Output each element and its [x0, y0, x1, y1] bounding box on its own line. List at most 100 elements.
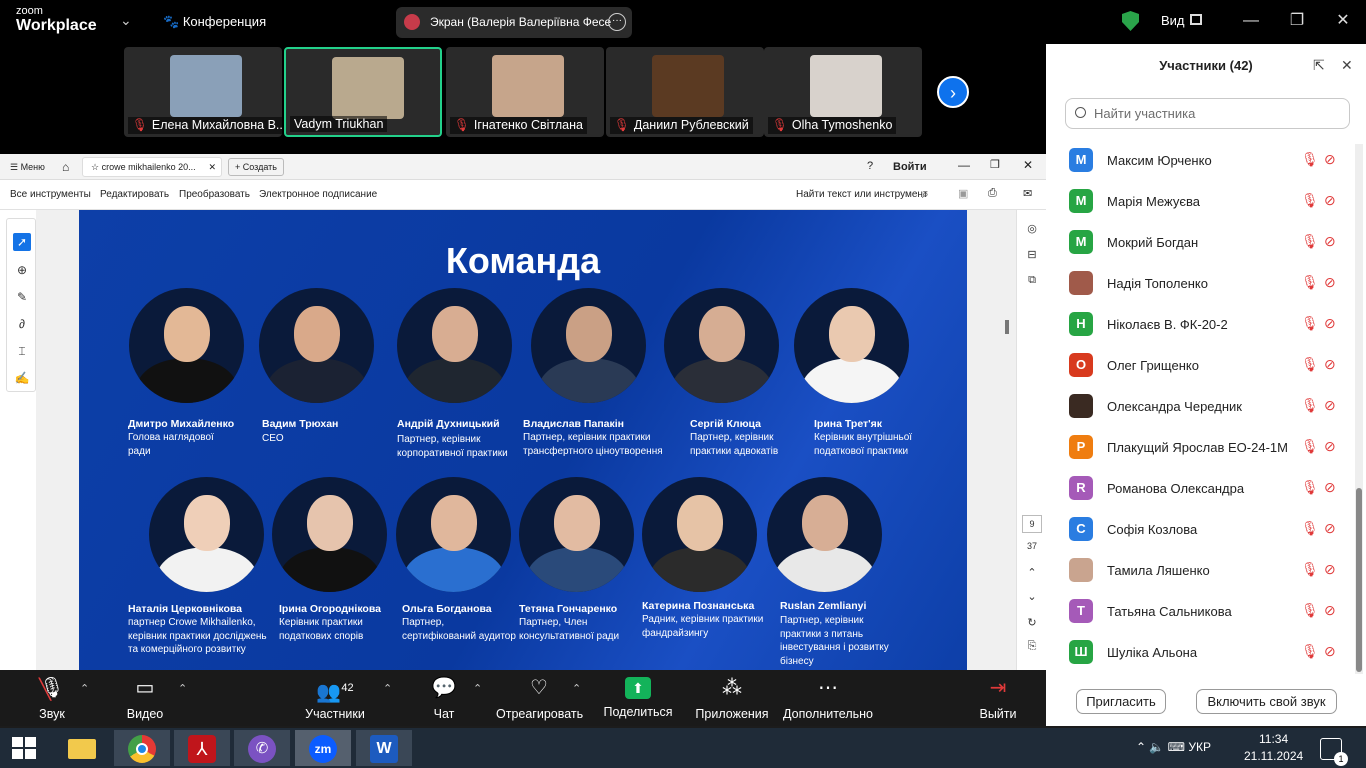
tab-close-icon[interactable]: ✕	[208, 162, 216, 173]
grid-view-icon[interactable]	[1190, 14, 1202, 25]
invite-button[interactable]: Пригласить	[1076, 689, 1166, 714]
maximize-icon[interactable]: ❐	[1282, 8, 1312, 34]
menu-button[interactable]: ☰ Меню	[10, 162, 45, 173]
thumbnail-name: Vadym Triukhan	[290, 116, 388, 132]
more-button[interactable]: ⋯ Дополнительно	[782, 675, 874, 721]
file-explorer-icon[interactable]	[54, 730, 110, 766]
scrollbar-thumb[interactable]	[1356, 488, 1362, 672]
copy-icon[interactable]: ⧉	[1024, 274, 1040, 290]
zoom-workplace-logo[interactable]: zoom Workplace	[16, 6, 97, 35]
chat-caret-icon[interactable]: ⌃	[473, 682, 482, 695]
chrome-icon[interactable]	[114, 730, 170, 766]
participant-thumbnail[interactable]: 🎙 Olha Tymoshenko	[764, 47, 922, 137]
participant-row[interactable]: Надія Тополенко 🎙 ⊘	[1046, 263, 1354, 304]
convert-tab[interactable]: Преобразовать	[179, 189, 250, 200]
save-icon[interactable]: ▣	[958, 187, 968, 200]
system-tray[interactable]: ⌃ 🔈 ⌨ УКР	[1136, 740, 1211, 754]
document-tab[interactable]: ☆ crowe mikhailenko 20... ✕	[82, 157, 222, 177]
participant-row[interactable]: M Мокрий Богдан 🎙 ⊘	[1046, 222, 1354, 263]
highlight-pen-icon[interactable]: ✎	[13, 288, 31, 306]
participant-row[interactable]: R Романова Олександра 🎙 ⊘	[1046, 468, 1354, 509]
participants-caret-icon[interactable]: ⌃	[383, 682, 392, 695]
participant-thumbnail[interactable]: 🎙 Ігнатенко Світлана	[446, 47, 604, 137]
signin-button[interactable]: Войти	[893, 161, 927, 173]
viber-icon[interactable]: ✆	[234, 730, 290, 766]
react-button[interactable]: ♡ Отреагировать	[496, 675, 583, 721]
participant-row[interactable]: M Максим Юрченко 🎙 ⊘	[1046, 140, 1354, 181]
participant-row[interactable]: M Марія Межуєва 🎙 ⊘	[1046, 181, 1354, 222]
tray-chevron-icon[interactable]: ⌃	[1136, 740, 1149, 754]
unmute-myself-button[interactable]: Включить свой звук	[1196, 689, 1337, 714]
sign-icon[interactable]: ✍	[13, 369, 31, 387]
text-box-icon[interactable]: ⌶	[13, 342, 31, 360]
page-number-input[interactable]: 9	[1022, 515, 1042, 533]
close-icon[interactable]: ✕	[1328, 8, 1358, 34]
draw-icon[interactable]: ∂	[13, 315, 31, 333]
clock[interactable]: 11:34 21.11.2024	[1244, 731, 1303, 765]
search-icon[interactable]: ⌕	[922, 187, 929, 202]
popout-icon[interactable]: ⇱	[1313, 57, 1325, 74]
ai-assistant-icon[interactable]: ◎	[1024, 222, 1040, 238]
zoom-taskbar-icon[interactable]: zm	[295, 730, 351, 766]
leave-button[interactable]: ⇥ Выйти	[976, 675, 1020, 721]
select-cursor-icon[interactable]: ➚	[13, 233, 31, 251]
participant-row[interactable]: С Софія Козлова 🎙 ⊘	[1046, 509, 1354, 550]
audio-button[interactable]: 🎙 ╲ Звук	[28, 675, 76, 721]
react-caret-icon[interactable]: ⌃	[572, 682, 581, 695]
all-tools-tab[interactable]: Все инструменты	[10, 189, 91, 200]
keyboard-icon[interactable]: ⌨	[1168, 740, 1189, 754]
apps-icon: ⁂	[722, 677, 742, 699]
find-tool-field[interactable]: Найти текст или инструмент	[796, 189, 928, 200]
share-screen-button[interactable]: ⬆ Поделиться	[602, 675, 674, 719]
word-icon[interactable]: W	[356, 730, 412, 766]
page-tools-icon[interactable]: ⎘	[1024, 640, 1040, 656]
screen-share-pill[interactable]: Экран (Валерія Валеріївна Фесе ···	[396, 7, 632, 38]
help-icon[interactable]: ?	[867, 160, 873, 172]
view-button[interactable]: Вид	[1161, 13, 1185, 28]
home-icon[interactable]: ⌂	[62, 160, 69, 174]
notifications-icon[interactable]: 1	[1320, 738, 1348, 766]
participant-row[interactable]: Тамила Ляшенко 🎙 ⊘	[1046, 550, 1354, 591]
participant-search-input[interactable]: Найти участника	[1065, 98, 1350, 129]
face-shape	[431, 495, 477, 551]
participant-row[interactable]: Ш Шуліка Альона 🎙 ⊘	[1046, 632, 1354, 673]
next-page-arrow-icon[interactable]: ›	[937, 76, 969, 108]
participants-button[interactable]: 👥42 Участники	[300, 675, 370, 721]
esign-tab[interactable]: Электронное подписание	[259, 189, 377, 200]
video-options-caret-icon[interactable]: ⌃	[178, 682, 187, 695]
acrobat-close-icon[interactable]: ✕	[1023, 158, 1033, 172]
comment-icon[interactable]: ⊕	[13, 261, 31, 279]
participant-row[interactable]: Р Плакущий Ярослав ЕО-24-1М 🎙 ⊘	[1046, 427, 1354, 468]
acrobat-taskbar-icon[interactable]: ⅄	[174, 730, 230, 766]
audio-options-caret-icon[interactable]: ⌃	[80, 682, 89, 695]
apps-button[interactable]: ⁂ Приложения	[694, 675, 770, 721]
create-button[interactable]: + Создать	[228, 158, 284, 176]
scroll-handle[interactable]	[1005, 320, 1009, 334]
bookmark-icon[interactable]: ⊟	[1024, 248, 1040, 264]
email-icon[interactable]: ✉	[1023, 187, 1032, 200]
windows-start-icon[interactable]	[12, 737, 36, 759]
edit-tab[interactable]: Редактировать	[100, 189, 169, 200]
print-icon[interactable]: ⎙	[988, 187, 997, 200]
more-options-icon[interactable]: ···	[608, 13, 626, 31]
chat-button[interactable]: 💬 Чат	[424, 675, 464, 721]
acrobat-minimize-icon[interactable]: —	[958, 158, 970, 172]
chevron-down-icon[interactable]: ⌄	[120, 12, 132, 29]
panel-close-icon[interactable]: ✕	[1341, 57, 1353, 74]
prev-page-icon[interactable]: ⌃	[1024, 566, 1040, 582]
participant-row[interactable]: O Олег Грищенко 🎙 ⊘	[1046, 345, 1354, 386]
video-button[interactable]: ▭ Видео	[120, 675, 170, 721]
next-page-icon[interactable]: ⌄	[1024, 590, 1040, 606]
participant-thumbnail[interactable]: 🎙 Елена Михайловна В...	[124, 47, 282, 137]
participant-row[interactable]: Т Татьяна Сальникова 🎙 ⊘	[1046, 591, 1354, 632]
minimize-icon[interactable]: —	[1236, 8, 1266, 34]
volume-icon[interactable]: 🔈	[1149, 740, 1167, 754]
acrobat-restore-icon[interactable]: ❐	[990, 158, 1000, 171]
participant-row[interactable]: Н Ніколаєв В. ФК-20-2 🎙 ⊘	[1046, 304, 1354, 345]
refresh-icon[interactable]: ↻	[1024, 616, 1040, 632]
participant-thumbnail[interactable]: Vadym Triukhan	[284, 47, 442, 137]
language-indicator[interactable]: УКР	[1188, 740, 1211, 754]
participant-row[interactable]: Олександра Чередник 🎙 ⊘	[1046, 386, 1354, 427]
meeting-label[interactable]: 🐾 Конференция	[163, 14, 266, 30]
participant-thumbnail[interactable]: 🎙 Даниил Рублевский	[606, 47, 764, 137]
